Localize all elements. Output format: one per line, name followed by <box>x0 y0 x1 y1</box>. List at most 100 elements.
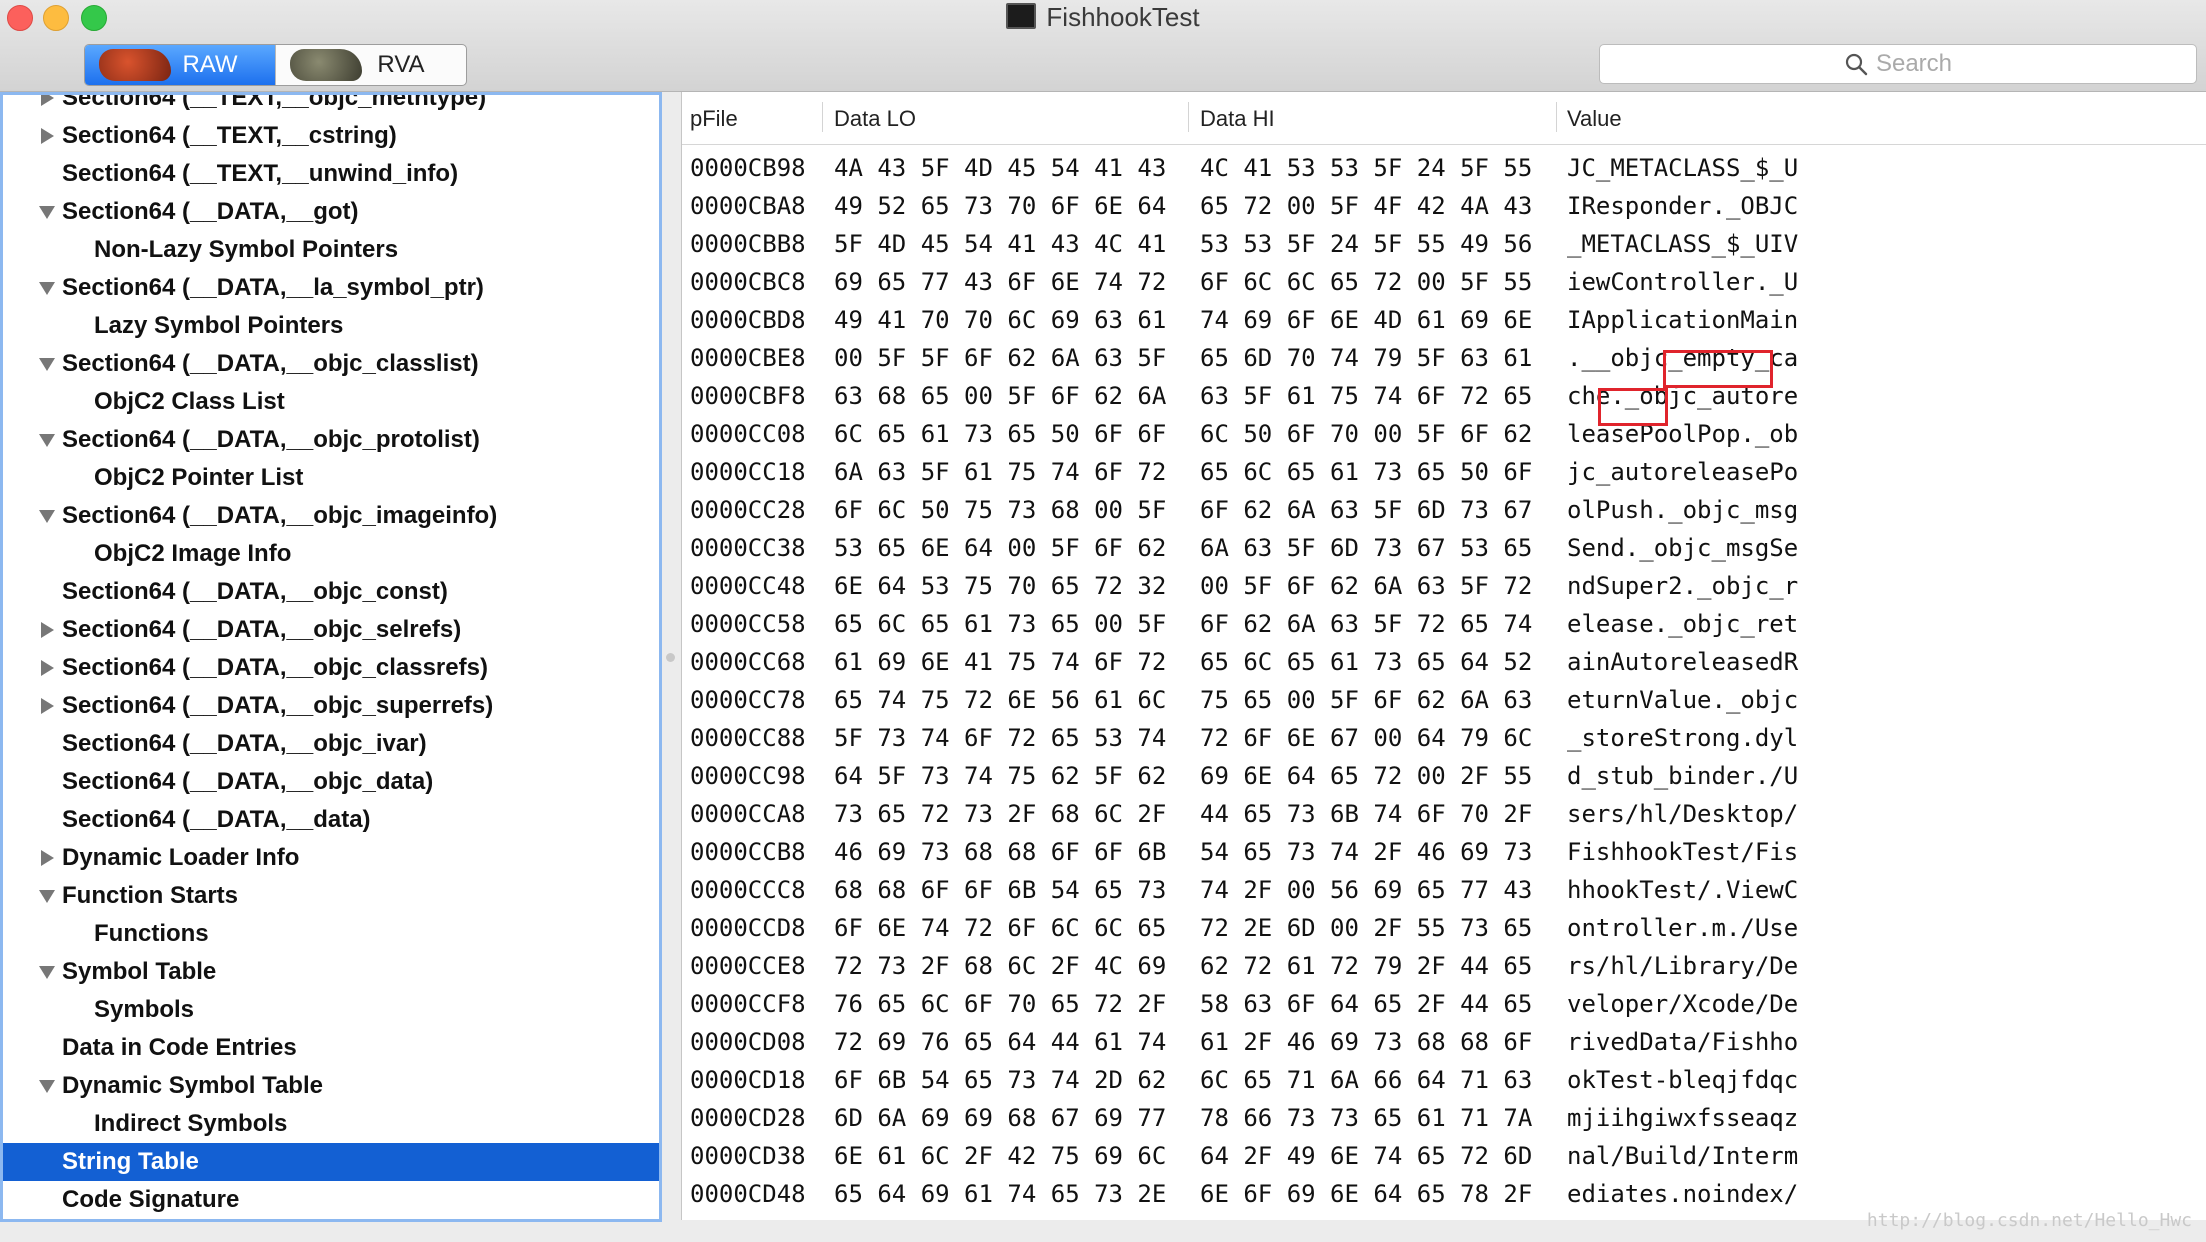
table-row[interactable]: 0000CCC8 68 68 6F 6F 6B 54 65 73 74 2F 00 … <box>682 871 2206 909</box>
disclosure-open-icon[interactable] <box>39 206 55 219</box>
sidebar-item-label: ObjC2 Class List <box>94 388 285 415</box>
table-row[interactable]: 0000CC58 65 6C 65 61 73 65 00 5F 6F 62 6A … <box>682 605 2206 643</box>
sidebar-item[interactable]: Dynamic Loader Info <box>3 839 659 877</box>
column-divider[interactable] <box>1556 102 1557 132</box>
disclosure-open-icon[interactable] <box>39 434 55 447</box>
disclosure-closed-icon[interactable] <box>41 622 54 638</box>
outline-sidebar[interactable]: Section64 (__TEXT,__objc_methtype) Sectio… <box>0 92 662 1222</box>
table-row[interactable]: 0000CCB8 46 69 73 68 68 6F 6F 6B 54 65 73 … <box>682 833 2206 871</box>
cell-pfile: 0000CBC8 <box>690 268 806 296</box>
sidebar-item[interactable]: Data in Code Entries <box>3 1029 659 1067</box>
cell-data-lo: 6E 64 53 75 70 65 72 32 <box>834 572 1167 600</box>
column-divider[interactable] <box>822 102 823 132</box>
sidebar-item[interactable]: ObjC2 Class List <box>3 383 659 421</box>
sidebar-item[interactable]: Section64 (__DATA,__objc_selrefs) <box>3 611 659 649</box>
sidebar-item-label: Section64 (__DATA,__la_symbol_ptr) <box>62 274 484 301</box>
sidebar-item[interactable]: String Table <box>3 1143 659 1181</box>
sidebar-item[interactable]: Section64 (__DATA,__objc_protolist) <box>3 421 659 459</box>
rva-mode-button[interactable]: RVA <box>275 45 466 85</box>
table-row[interactable]: 0000CD18 6F 6B 54 65 73 74 2D 62 6C 65 71 … <box>682 1061 2206 1099</box>
table-row[interactable]: 0000CB98 4A 43 5F 4D 45 54 41 43 4C 41 53 … <box>682 149 2206 187</box>
table-row[interactable]: 0000CD28 6D 6A 69 69 68 67 69 77 78 66 73 … <box>682 1099 2206 1137</box>
sidebar-item[interactable]: Section64 (__TEXT,__cstring) <box>3 117 659 155</box>
cell-pfile: 0000CD08 <box>690 1028 806 1056</box>
table-row[interactable]: 0000CCA8 73 65 72 73 2F 68 6C 2F 44 65 73 … <box>682 795 2206 833</box>
sidebar-item[interactable]: Section64 (__DATA,__objc_ivar) <box>3 725 659 763</box>
table-row[interactable]: 0000CBB8 5F 4D 45 54 41 43 4C 41 53 53 5F … <box>682 225 2206 263</box>
table-row[interactable]: 0000CC78 65 74 75 72 6E 56 61 6C 75 65 00 … <box>682 681 2206 719</box>
table-row[interactable]: 0000CC68 61 69 6E 41 75 74 6F 72 65 6C 65 … <box>682 643 2206 681</box>
column-header-value[interactable]: Value <box>1567 106 1622 132</box>
sidebar-item[interactable]: Section64 (__DATA,__objc_superrefs) <box>3 687 659 725</box>
table-row[interactable]: 0000CBC8 69 65 77 43 6F 6E 74 72 6F 6C 6C … <box>682 263 2206 301</box>
sidebar-item[interactable]: Function Starts <box>3 877 659 915</box>
cell-data-hi: 74 69 6F 6E 4D 61 69 6E <box>1200 306 1533 334</box>
table-row[interactable]: 0000CBF8 63 68 65 00 5F 6F 62 6A 63 5F 61 … <box>682 377 2206 415</box>
cell-data-lo: 6F 6E 74 72 6F 6C 6C 65 <box>834 914 1167 942</box>
table-row[interactable]: 0000CBA8 49 52 65 73 70 6F 6E 64 65 72 00 … <box>682 187 2206 225</box>
raw-mode-button[interactable]: RAW <box>85 45 275 85</box>
raw-mode-label: RAW <box>182 51 238 78</box>
sidebar-item[interactable]: Section64 (__TEXT,__objc_methtype) <box>3 95 659 117</box>
sidebar-item[interactable]: Section64 (__DATA,__objc_data) <box>3 763 659 801</box>
sidebar-item[interactable]: Section64 (__TEXT,__unwind_info) <box>3 155 659 193</box>
table-row[interactable]: 0000CC88 5F 73 74 6F 72 65 53 74 72 6F 6E … <box>682 719 2206 757</box>
sidebar-item[interactable]: Dynamic Symbol Table <box>3 1067 659 1105</box>
table-row[interactable]: 0000CC38 53 65 6E 64 00 5F 6F 62 6A 63 5F … <box>682 529 2206 567</box>
sidebar-item-label: Section64 (__DATA,__objc_superrefs) <box>62 692 494 719</box>
disclosure-open-icon[interactable] <box>39 510 55 523</box>
table-row[interactable]: 0000CC18 6A 63 5F 61 75 74 6F 72 65 6C 65 … <box>682 453 2206 491</box>
sidebar-item[interactable]: Section64 (__DATA,__la_symbol_ptr) <box>3 269 659 307</box>
column-header-pfile[interactable]: pFile <box>690 106 738 132</box>
sidebar-item[interactable]: Symbol Table <box>3 953 659 991</box>
sidebar-item[interactable]: Lazy Symbol Pointers <box>3 307 659 345</box>
disclosure-open-icon[interactable] <box>39 358 55 371</box>
search-field[interactable]: Search <box>1599 44 2197 84</box>
disclosure-closed-icon[interactable] <box>41 698 54 714</box>
table-row[interactable]: 0000CCF8 76 65 6C 6F 70 65 72 2F 58 63 6F … <box>682 985 2206 1023</box>
sidebar-item[interactable]: Section64 (__DATA,__objc_classlist) <box>3 345 659 383</box>
sidebar-item[interactable]: ObjC2 Image Info <box>3 535 659 573</box>
cell-value: elease._objc_ret <box>1567 610 1799 638</box>
column-header-data-hi[interactable]: Data HI <box>1200 106 1275 132</box>
cell-pfile: 0000CD38 <box>690 1142 806 1170</box>
sidebar-item[interactable]: Symbols <box>3 991 659 1029</box>
table-row[interactable]: 0000CBD8 49 41 70 70 6C 69 63 61 74 69 6F … <box>682 301 2206 339</box>
sidebar-item[interactable]: Section64 (__DATA,__objc_const) <box>3 573 659 611</box>
disclosure-closed-icon[interactable] <box>41 660 54 676</box>
table-row[interactable]: 0000CCD8 6F 6E 74 72 6F 6C 6C 65 72 2E 6D … <box>682 909 2206 947</box>
disclosure-open-icon[interactable] <box>39 966 55 979</box>
hex-data-table[interactable]: pFile Data LO Data HI Value 0000CB98 4A 4… <box>681 92 2206 1220</box>
table-row[interactable]: 0000CD08 72 69 76 65 64 44 61 74 61 2F 46 … <box>682 1023 2206 1061</box>
column-header-data-lo[interactable]: Data LO <box>834 106 916 132</box>
sidebar-item[interactable]: Functions <box>3 915 659 953</box>
disclosure-closed-icon[interactable] <box>41 850 54 866</box>
disclosure-closed-icon[interactable] <box>41 95 54 106</box>
table-row[interactable]: 0000CC28 6F 6C 50 75 73 68 00 5F 6F 62 6A … <box>682 491 2206 529</box>
disclosure-open-icon[interactable] <box>39 282 55 295</box>
column-divider[interactable] <box>1188 102 1189 132</box>
sidebar-item[interactable]: Code Signature <box>3 1181 659 1219</box>
sidebar-item[interactable]: Non-Lazy Symbol Pointers <box>3 231 659 269</box>
table-row[interactable]: 0000CC98 64 5F 73 74 75 62 5F 62 69 6E 64 … <box>682 757 2206 795</box>
cell-pfile: 0000CD48 <box>690 1180 806 1208</box>
disclosure-open-icon[interactable] <box>39 890 55 903</box>
table-row[interactable]: 0000CD38 6E 61 6C 2F 42 75 69 6C 64 2F 49 … <box>682 1137 2206 1175</box>
table-row[interactable]: 0000CCE8 72 73 2F 68 6C 2F 4C 69 62 72 61 … <box>682 947 2206 985</box>
sidebar-item[interactable]: Section64 (__DATA,__objc_imageinfo) <box>3 497 659 535</box>
cell-value: _storeStrong.dyl <box>1567 724 1799 752</box>
disclosure-open-icon[interactable] <box>39 1080 55 1093</box>
sidebar-item[interactable]: Section64 (__DATA,__data) <box>3 801 659 839</box>
table-row[interactable]: 0000CD48 65 64 69 61 74 65 73 2E 6E 6F 69 … <box>682 1175 2206 1213</box>
sidebar-item-label: Section64 (__TEXT,__unwind_info) <box>62 160 459 187</box>
cell-data-hi: 6C 65 71 6A 66 64 71 63 <box>1200 1066 1533 1094</box>
table-row[interactable]: 0000CC08 6C 65 61 73 65 50 6F 6F 6C 50 6F … <box>682 415 2206 453</box>
disclosure-closed-icon[interactable] <box>41 128 54 144</box>
sidebar-item[interactable]: Indirect Symbols <box>3 1105 659 1143</box>
table-row[interactable]: 0000CC48 6E 64 53 75 70 65 72 32 00 5F 6F … <box>682 567 2206 605</box>
sidebar-item[interactable]: ObjC2 Pointer List <box>3 459 659 497</box>
sidebar-item[interactable]: Section64 (__DATA,__objc_classrefs) <box>3 649 659 687</box>
sidebar-item[interactable]: Section64 (__DATA,__got) <box>3 193 659 231</box>
table-row[interactable]: 0000CBE8 00 5F 5F 6F 62 6A 63 5F 65 6D 70 … <box>682 339 2206 377</box>
divider-handle[interactable] <box>666 653 675 662</box>
